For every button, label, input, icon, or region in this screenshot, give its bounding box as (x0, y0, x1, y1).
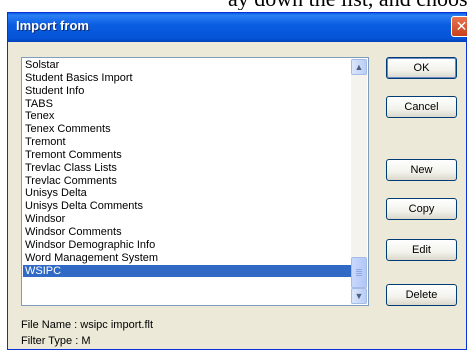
list-item[interactable]: Tenex (23, 110, 351, 123)
chevron-down-icon: ▼ (354, 291, 364, 301)
scroll-thumb[interactable] (351, 257, 367, 288)
copy-button[interactable]: Copy (386, 198, 457, 220)
list-item[interactable]: Windsor (23, 213, 351, 226)
list-item[interactable]: Windsor Demographic Info (23, 239, 351, 252)
file-name-label: File Name : wsipc import.flt (21, 319, 154, 331)
list-item[interactable]: Trevlac Comments (23, 175, 351, 188)
grip-line (356, 273, 362, 274)
list-item[interactable]: Tenex Comments (23, 123, 351, 136)
list-items: Solstar Student Basics Import Student Info… (23, 59, 351, 304)
grip-line (356, 271, 362, 272)
ok-button[interactable]: OK (386, 57, 457, 79)
background-document-text: ay down the list, and choose WSIPC (0, 0, 467, 10)
list-item[interactable]: Tremont (23, 136, 351, 149)
list-item[interactable]: Unisys Delta (23, 187, 351, 200)
list-item[interactable]: Unisys Delta Comments (23, 200, 351, 213)
import-source-listbox[interactable]: Solstar Student Basics Import Student Info… (21, 57, 369, 306)
delete-button[interactable]: Delete (386, 284, 457, 306)
scroll-up-button[interactable]: ▲ (351, 59, 367, 75)
list-item[interactable]: TABS (23, 98, 351, 111)
close-button[interactable]: ✕ (451, 16, 467, 37)
list-item[interactable]: Tremont Comments (23, 149, 351, 162)
vertical-scrollbar[interactable]: ▲ ▼ (351, 59, 367, 304)
filter-type-label: Filter Type : M (21, 335, 91, 347)
list-item[interactable]: Word Management System (23, 252, 351, 265)
list-item[interactable]: Solstar (23, 59, 351, 72)
list-item[interactable]: Windsor Comments (23, 226, 351, 239)
list-item[interactable]: WSIPC (23, 264, 351, 278)
list-item[interactable]: Trevlac Class Lists (23, 162, 351, 175)
scroll-down-button[interactable]: ▼ (351, 288, 367, 304)
grip-line (356, 275, 362, 276)
list-item[interactable]: Student Info (23, 85, 351, 98)
edit-button[interactable]: Edit (386, 239, 457, 261)
new-button[interactable]: New (386, 159, 457, 181)
import-from-dialog: Import from ✕ Solstar Student Basics Impo… (7, 12, 467, 350)
cancel-button[interactable]: Cancel (386, 96, 457, 118)
grip-line (356, 269, 362, 270)
list-item[interactable]: Student Basics Import (23, 72, 351, 85)
title-bar[interactable]: Import from ✕ (8, 13, 467, 42)
close-icon: ✕ (455, 18, 467, 34)
dialog-title: Import from (16, 18, 89, 33)
chevron-up-icon: ▲ (354, 62, 364, 72)
